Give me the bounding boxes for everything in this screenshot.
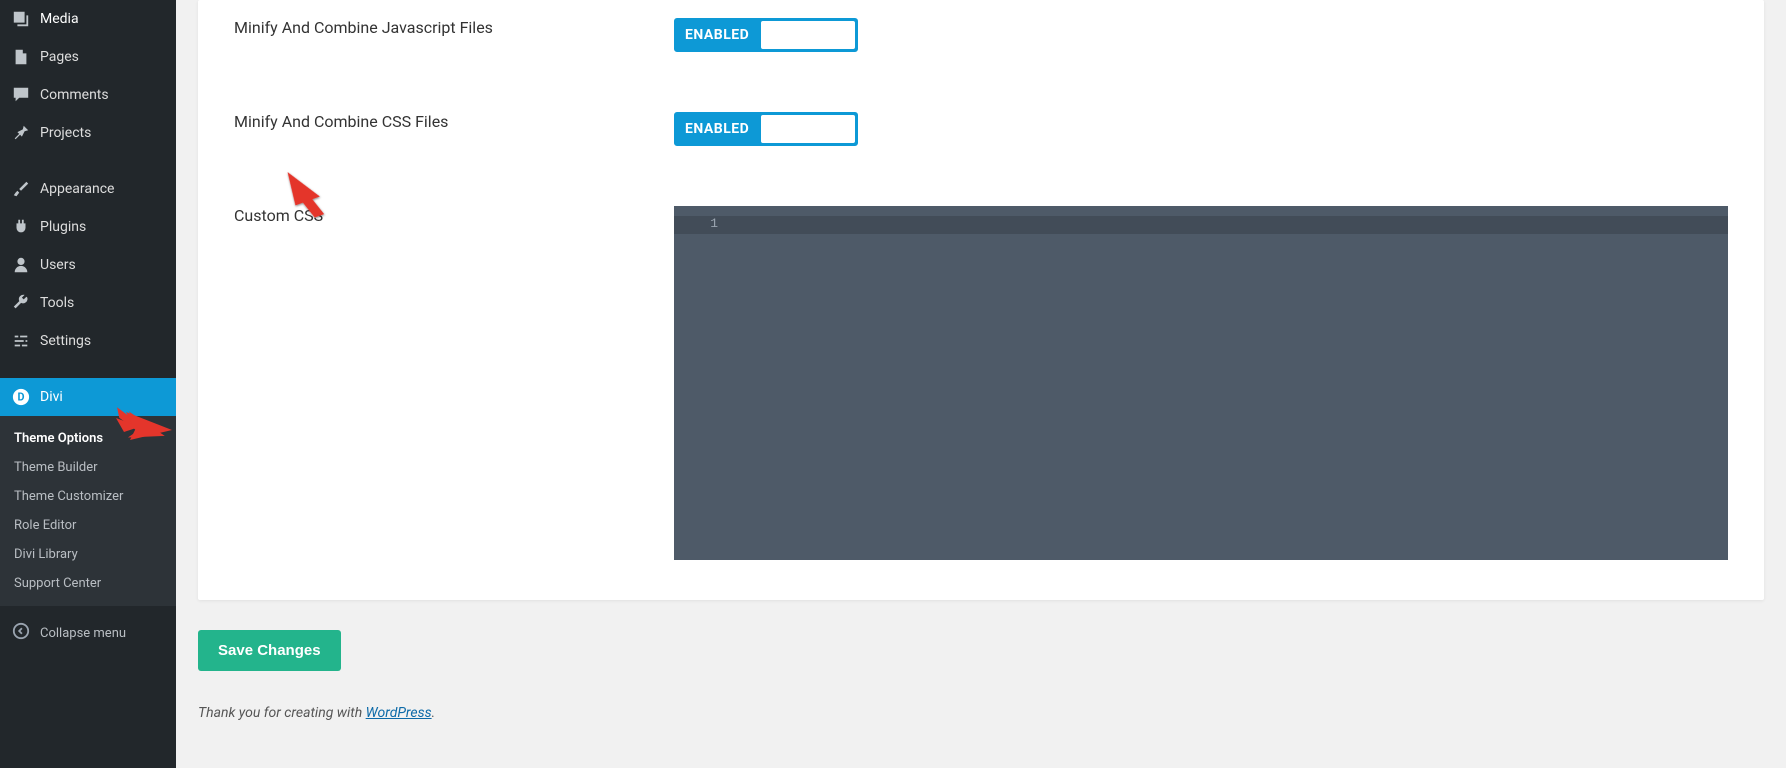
sidebar-item-label: Appearance (40, 181, 114, 197)
subitem-theme-customizer[interactable]: Theme Customizer (0, 482, 176, 511)
sidebar-item-settings[interactable]: Settings (0, 322, 176, 360)
sidebar-item-label: Media (40, 11, 79, 27)
custom-css-editor[interactable]: 1 (674, 206, 1728, 560)
subitem-support-center[interactable]: Support Center (0, 569, 176, 598)
sidebar-item-appearance[interactable]: Appearance (0, 170, 176, 208)
app-root: Media Pages Comments Projects Appeara (0, 0, 1786, 768)
toggle-state-label: ENABLED (675, 121, 749, 137)
line-number: 1 (680, 216, 718, 231)
sidebar-item-label: Plugins (40, 219, 86, 235)
wordpress-link[interactable]: WordPress (366, 705, 432, 721)
main-content: Minify And Combine Javascript Files ENAB… (176, 0, 1786, 768)
subitem-role-editor[interactable]: Role Editor (0, 511, 176, 540)
toggle-state-label: ENABLED (675, 27, 749, 43)
theme-options-panel: Minify And Combine Javascript Files ENAB… (198, 0, 1764, 600)
media-icon (10, 10, 32, 28)
comment-icon (10, 86, 32, 104)
sidebar-item-users[interactable]: Users (0, 246, 176, 284)
sidebar-item-label: Settings (40, 333, 91, 349)
code-gutter: 1 (674, 206, 724, 560)
footer-suffix: . (432, 705, 436, 721)
sidebar-item-label: Tools (40, 295, 74, 311)
divi-submenu: Theme Options Theme Builder Theme Custom… (0, 416, 176, 606)
save-changes-button[interactable]: Save Changes (198, 630, 341, 671)
collapse-menu[interactable]: Collapse menu (0, 612, 176, 654)
sidebar-item-comments[interactable]: Comments (0, 76, 176, 114)
code-body[interactable] (724, 206, 1728, 560)
admin-sidebar: Media Pages Comments Projects Appeara (0, 0, 176, 768)
toggle-minify-css[interactable]: ENABLED (674, 112, 858, 146)
sidebar-item-pages[interactable]: Pages (0, 38, 176, 76)
sidebar-item-divi[interactable]: D Divi (0, 378, 176, 416)
sliders-icon (10, 332, 32, 350)
pin-icon (10, 124, 32, 142)
sidebar-item-tools[interactable]: Tools (0, 284, 176, 322)
option-row-custom-css: Custom CSS 1 (234, 188, 1728, 560)
actions-bar: Save Changes (198, 630, 1764, 671)
toggle-minify-js[interactable]: ENABLED (674, 18, 858, 52)
sidebar-item-label: Projects (40, 125, 91, 141)
toggle-handle (761, 115, 855, 143)
svg-text:D: D (17, 391, 24, 404)
brush-icon (10, 180, 32, 198)
sidebar-item-label: Pages (40, 49, 79, 65)
sidebar-item-label: Comments (40, 87, 109, 103)
footer-text: Thank you for creating with (198, 705, 366, 721)
plug-icon (10, 218, 32, 236)
subitem-theme-options[interactable]: Theme Options (0, 424, 176, 453)
sidebar-separator (0, 360, 176, 378)
collapse-icon (10, 622, 32, 644)
page-icon (10, 48, 32, 66)
option-row-minify-js: Minify And Combine Javascript Files ENAB… (234, 0, 1728, 94)
subitem-divi-library[interactable]: Divi Library (0, 540, 176, 569)
option-row-minify-css: Minify And Combine CSS Files ENABLED (234, 94, 1728, 188)
wrench-icon (10, 294, 32, 312)
sidebar-item-plugins[interactable]: Plugins (0, 208, 176, 246)
sidebar-item-label: Divi (40, 389, 63, 405)
divi-icon: D (10, 388, 32, 406)
subitem-theme-builder[interactable]: Theme Builder (0, 453, 176, 482)
toggle-handle (761, 21, 855, 49)
option-label: Minify And Combine CSS Files (234, 112, 674, 146)
option-label: Custom CSS (234, 206, 674, 560)
footer-credit: Thank you for creating with WordPress. (198, 705, 1764, 721)
sidebar-item-projects[interactable]: Projects (0, 114, 176, 152)
collapse-menu-label: Collapse menu (40, 626, 126, 641)
option-label: Minify And Combine Javascript Files (234, 18, 674, 52)
sidebar-item-label: Users (40, 257, 76, 273)
sidebar-item-media[interactable]: Media (0, 0, 176, 38)
user-icon (10, 256, 32, 274)
sidebar-separator (0, 152, 176, 170)
